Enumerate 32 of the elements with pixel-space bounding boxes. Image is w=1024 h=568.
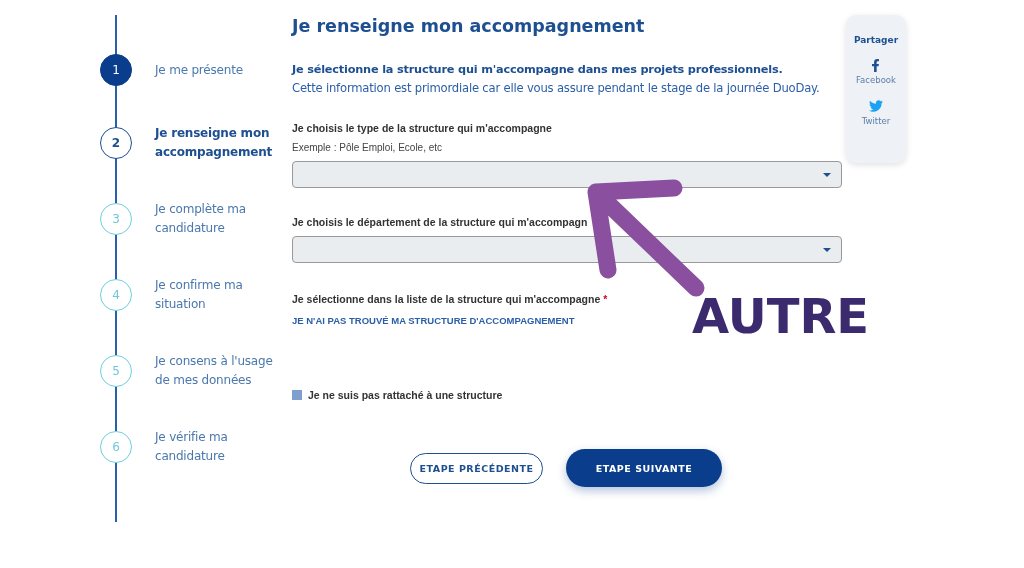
step-number: 4 [100,279,132,311]
intro-text: Je sélectionne la structure qui m'accompagne dans mes projets professionnels. Cette information est primordiale car elle vous assure pendant le stage de la journée DuoDay. [292,62,821,97]
step-label: Je complète ma candidature [155,201,247,237]
share-title: Partager [853,35,899,45]
checkbox-label: Je ne suis pas rattaché à une structure [308,389,503,401]
step-number: 5 [100,355,132,387]
bird-icon [869,99,883,113]
step-number: 6 [100,431,132,463]
page-title: Je renseigne mon accompagnement [292,16,646,36]
step-label: Je me présente [155,61,244,79]
annotation-text: AUTRE [692,292,870,340]
previous-button[interactable]: ETAPE PRÉCÉDENTE [410,452,543,484]
dropdown-field[interactable] [292,161,842,188]
field-hint: Exemple : Pôle Emploi, Ecole, etc [292,142,444,153]
step-number: 1 [100,54,132,86]
step-label: Je consens à l'usage de mes données [155,353,274,389]
share-link[interactable]: Twitter [861,99,891,126]
step-number: 3 [100,203,132,235]
step-label: Je renseigne mon accompagnement [155,125,274,161]
dropdown-field[interactable] [292,236,842,263]
field-label: Je sélectionne dans la liste de la structure qui m'accompagne * [292,293,609,305]
step-label: Je confirme ma situation [155,277,244,313]
checkbox[interactable] [292,390,302,400]
next-button[interactable]: ETAPE SUIVANTE [566,449,722,487]
field-label: Je choisis le département de la structure qui m'accompagn [292,216,589,228]
step-number: 2 [100,127,132,159]
field-label: Je choisis le type de la structure qui m'accompagne [292,122,553,134]
step-label: Je vérifie ma candidature [155,429,229,465]
share-link[interactable]: Facebook [856,59,896,85]
not-found-link[interactable]: JE N'AI PAS TROUVÉ MA STRUCTURE D'ACCOMPAGNEMENT [292,315,575,326]
caret-icon [823,172,831,177]
caret-icon [823,247,831,252]
